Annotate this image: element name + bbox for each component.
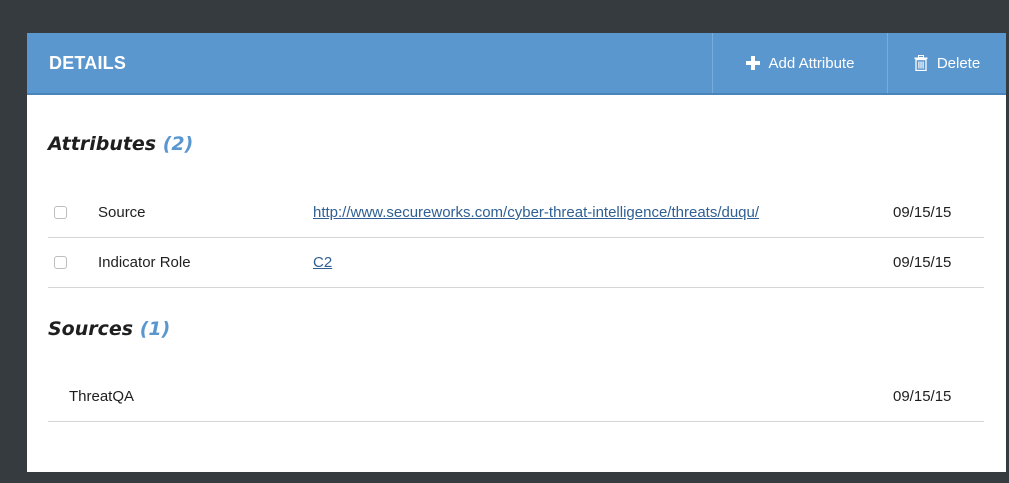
delete-button[interactable]: Delete [887, 33, 1006, 93]
attribute-value-link[interactable]: http://www.secureworks.com/cyber-threat-… [313, 188, 759, 238]
sources-count: (1) [139, 318, 171, 340]
attribute-date: 09/15/15 [893, 254, 952, 271]
source-name: ThreatQA [69, 388, 135, 405]
attribute-date: 09/15/15 [893, 204, 952, 221]
source-row: ThreatQA 09/15/15 [48, 372, 984, 422]
row-checkbox[interactable] [54, 206, 67, 219]
attributes-count: (2) [162, 133, 194, 155]
attribute-name: Indicator Role [98, 254, 191, 271]
attributes-heading: Attributes (2) [48, 133, 193, 155]
delete-label: Delete [936, 54, 981, 72]
panel-title: DETAILS [49, 53, 127, 73]
attribute-row: Indicator Role C2 09/15/15 [48, 238, 984, 288]
attribute-row: Source http://www.secureworks.com/cyber-… [48, 188, 984, 238]
panel-header: DETAILS Add Attribute Delete [27, 33, 1006, 95]
details-panel: DETAILS Add Attribute Delete Attributes … [27, 33, 1006, 472]
source-date: 09/15/15 [893, 388, 952, 405]
add-attribute-label: Add Attribute [768, 54, 855, 72]
attribute-value-link[interactable]: C2 [313, 238, 332, 288]
row-checkbox[interactable] [54, 256, 67, 269]
sources-heading: Sources (1) [48, 318, 170, 340]
sources-title: Sources [48, 318, 134, 340]
trash-icon [914, 55, 928, 71]
add-attribute-button[interactable]: Add Attribute [712, 33, 887, 93]
plus-icon [745, 56, 760, 70]
attribute-name: Source [98, 204, 146, 221]
attributes-title: Attributes [48, 133, 157, 155]
